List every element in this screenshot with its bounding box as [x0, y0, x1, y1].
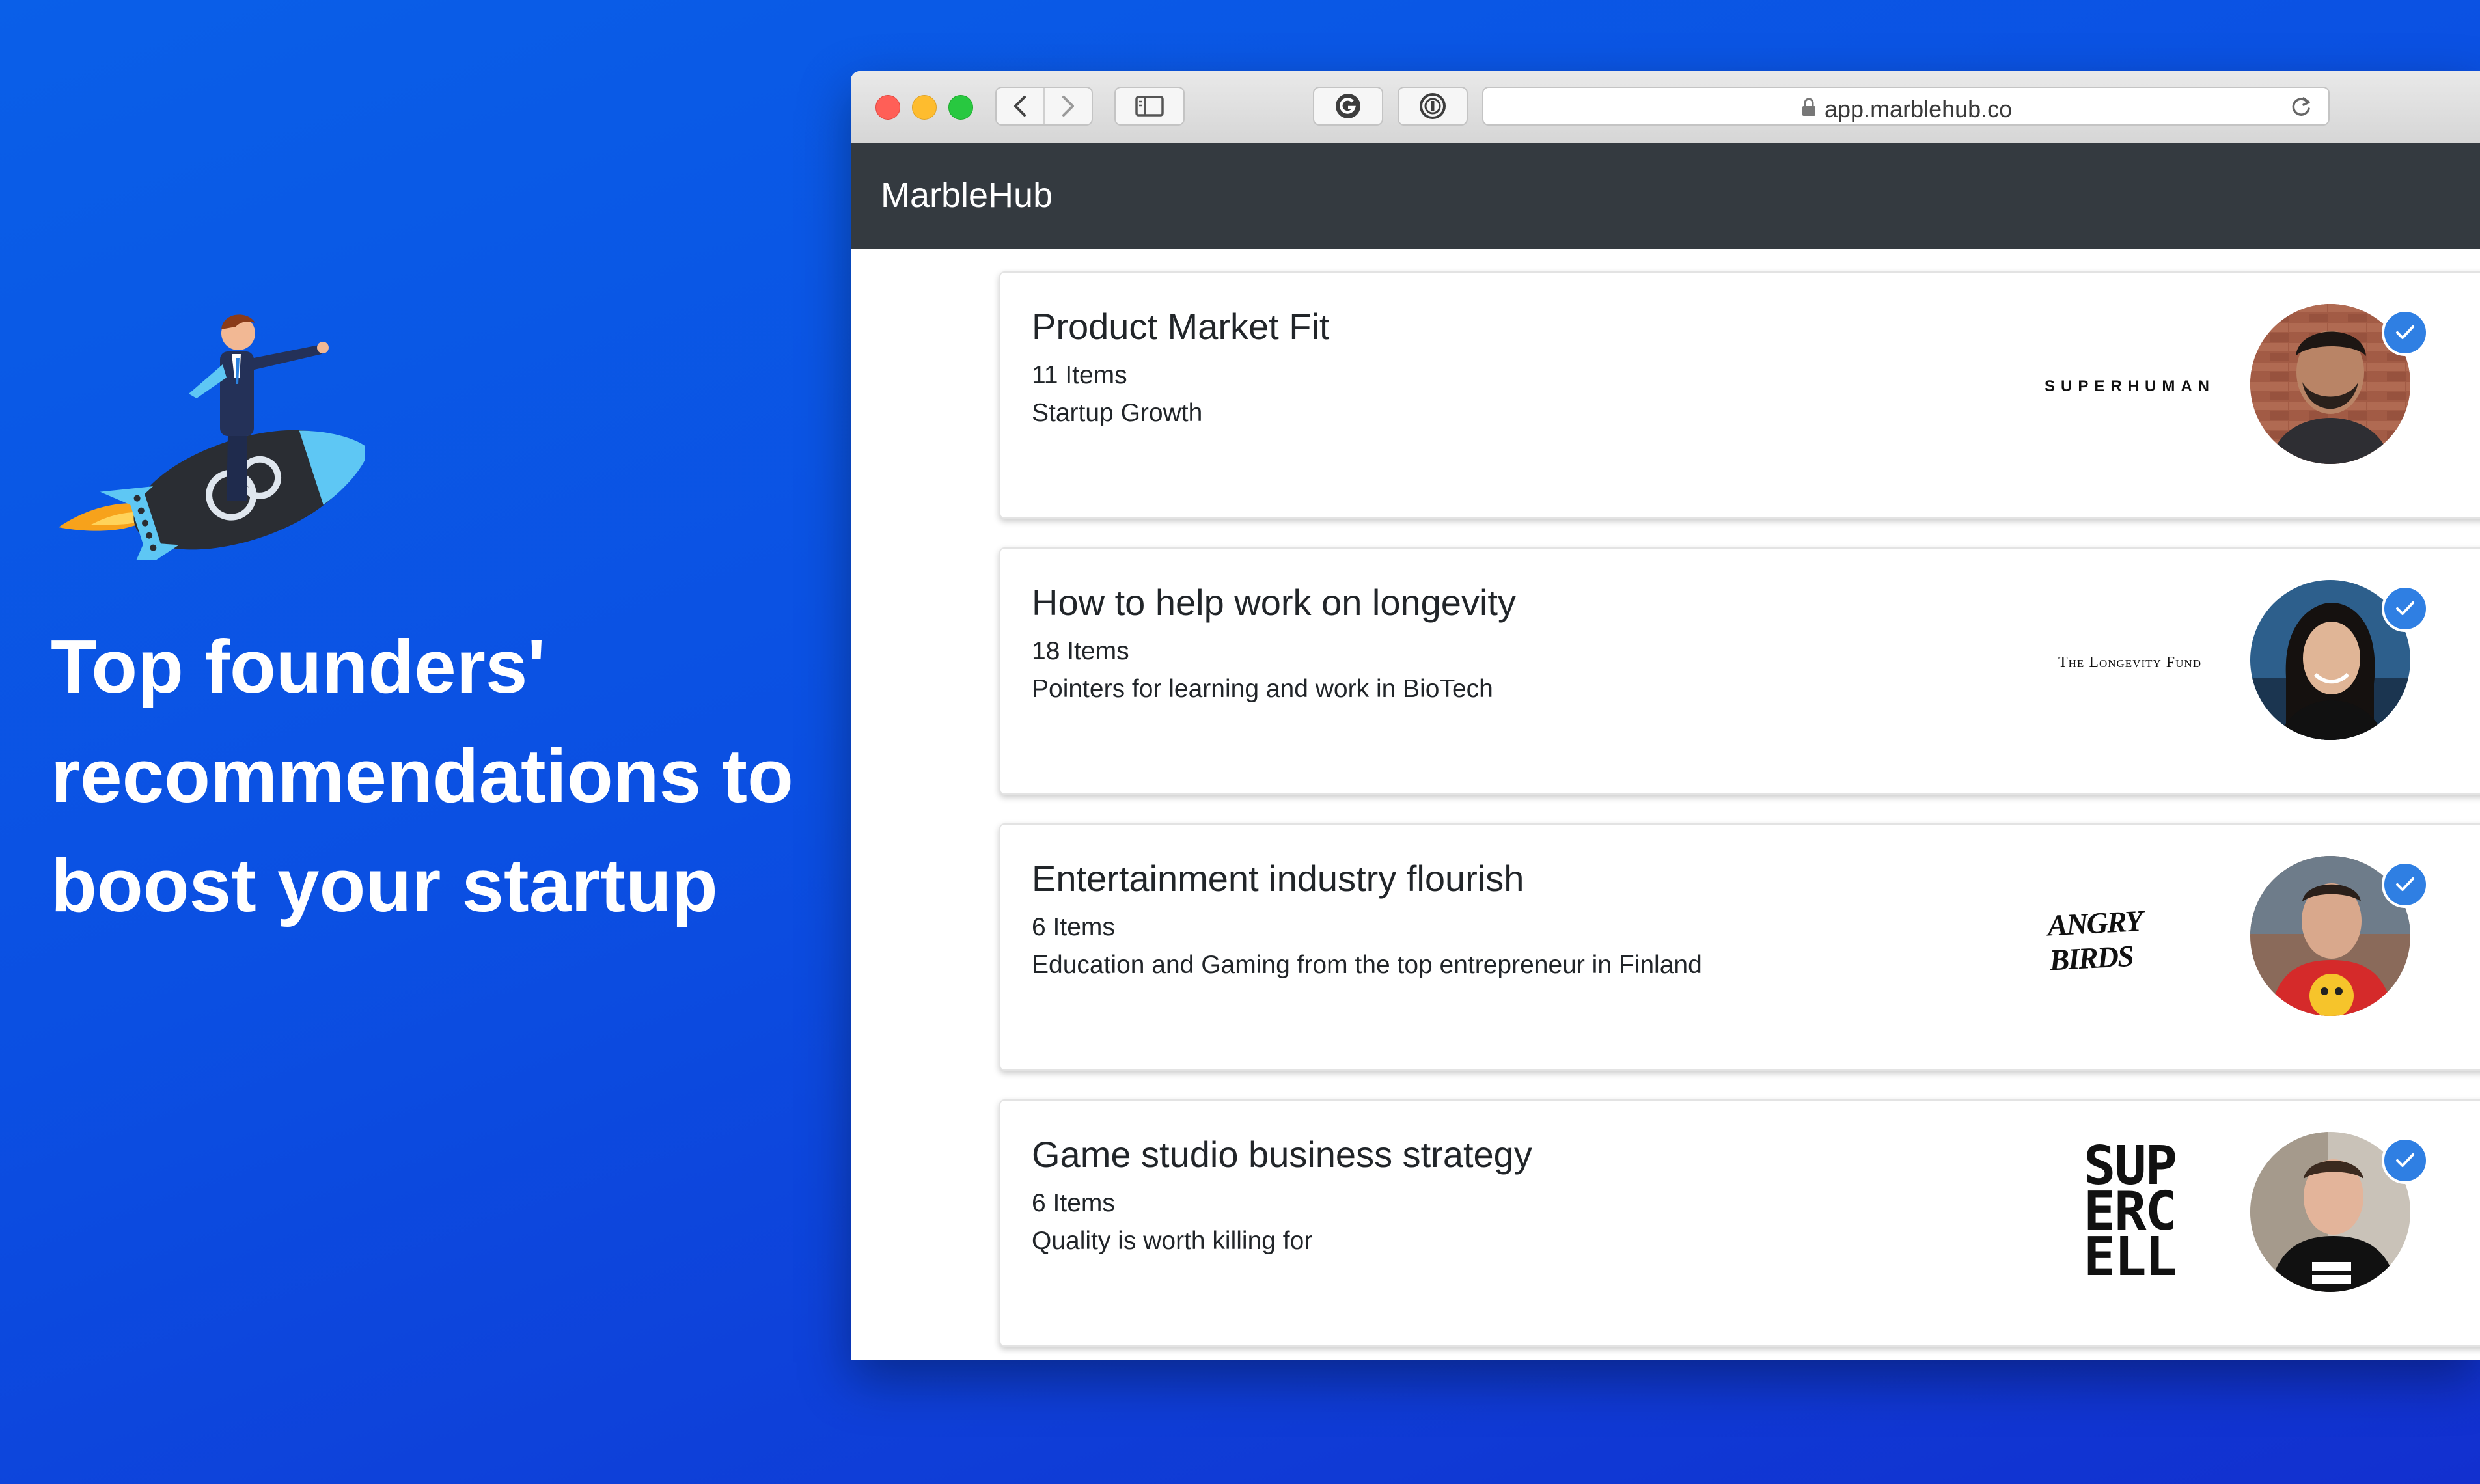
rocket-founder-illustration	[59, 314, 365, 560]
close-window-button[interactable]	[875, 95, 900, 120]
company-logo: SUPERHUMAN	[2045, 338, 2211, 435]
angry-birds-logo: ANGRY BIRDS	[2046, 904, 2142, 977]
superhuman-logo: SUPERHUMAN	[2045, 378, 2216, 395]
hero-headline-line: Top founders'	[51, 624, 546, 709]
collection-description: Quality is worth killing for	[1032, 1227, 1313, 1255]
supercell-logo: SUP ERC ELL	[2083, 1135, 2177, 1288]
browser-toolbar: app.marblehub.co	[851, 71, 2480, 144]
verified-badge-icon	[2382, 309, 2429, 356]
hero-headline-line: recommendations to	[51, 734, 793, 818]
navigation-buttons	[995, 87, 1093, 126]
sidebar-icon	[1135, 96, 1164, 117]
grammarly-extension-button[interactable]	[1313, 87, 1383, 126]
back-button[interactable]	[997, 88, 1043, 124]
collection-description: Pointers for learning and work in BioTec…	[1032, 675, 1493, 703]
company-logo: ANGRY BIRDS	[2046, 890, 2211, 987]
lock-icon	[1802, 98, 1815, 116]
collection-item-count: 11 Items	[1032, 361, 1127, 389]
minimize-window-button[interactable]	[912, 95, 937, 120]
collection-item-count: 18 Items	[1032, 637, 1129, 665]
password-manager-extension-button[interactable]	[1398, 87, 1468, 126]
maximize-window-button[interactable]	[948, 95, 973, 120]
collection-card[interactable]: Entertainment industry flourish 6 Items …	[999, 823, 2480, 1071]
grammarly-icon	[1336, 94, 1360, 118]
collection-item-count: 6 Items	[1032, 913, 1115, 941]
chevron-left-icon	[1014, 96, 1026, 117]
forward-button[interactable]	[1043, 88, 1092, 124]
collection-title[interactable]: Product Market Fit	[1032, 305, 1329, 348]
company-logo: The Longevity Fund	[2048, 614, 2211, 711]
browser-window: app.marblehub.co MarbleHub Product Marke…	[851, 71, 2480, 1360]
brand-logo[interactable]: MarbleHub	[881, 175, 1053, 215]
collection-item-count: 6 Items	[1032, 1189, 1115, 1217]
collection-title[interactable]: Entertainment industry flourish	[1032, 857, 1524, 900]
collection-card[interactable]: Product Market Fit 11 Items Startup Grow…	[999, 271, 2480, 519]
collection-card[interactable]: How to help work on longevity 18 Items P…	[999, 547, 2480, 795]
hero-headline: Top founders' recommendations to boost y…	[51, 612, 832, 940]
collection-card[interactable]: Game studio business strategy 6 Items Qu…	[999, 1099, 2480, 1347]
collection-description: Startup Growth	[1032, 399, 1203, 427]
reload-icon[interactable]	[2289, 96, 2313, 119]
hero-headline-line: boost your startup	[51, 843, 718, 928]
password-manager-icon	[1420, 93, 1446, 119]
collection-list: Product Market Fit 11 Items Startup Grow…	[999, 271, 2480, 1360]
app-navbar: MarbleHub	[851, 143, 2480, 249]
verified-badge-icon	[2382, 1137, 2429, 1184]
verified-badge-icon	[2382, 861, 2429, 908]
longevity-fund-logo: The Longevity Fund	[2058, 653, 2201, 671]
company-logo: SUP ERC ELL	[2048, 1140, 2211, 1284]
chevron-right-icon	[1062, 96, 1074, 117]
collection-title[interactable]: How to help work on longevity	[1032, 581, 1516, 624]
address-bar[interactable]: app.marblehub.co	[1482, 87, 2330, 126]
sidebar-toggle-button[interactable]	[1114, 87, 1185, 126]
verified-badge-icon	[2382, 585, 2429, 632]
collection-description: Education and Gaming from the top entrep…	[1032, 951, 1702, 979]
collection-title[interactable]: Game studio business strategy	[1032, 1133, 1532, 1175]
address-url: app.marblehub.co	[1825, 96, 2013, 122]
